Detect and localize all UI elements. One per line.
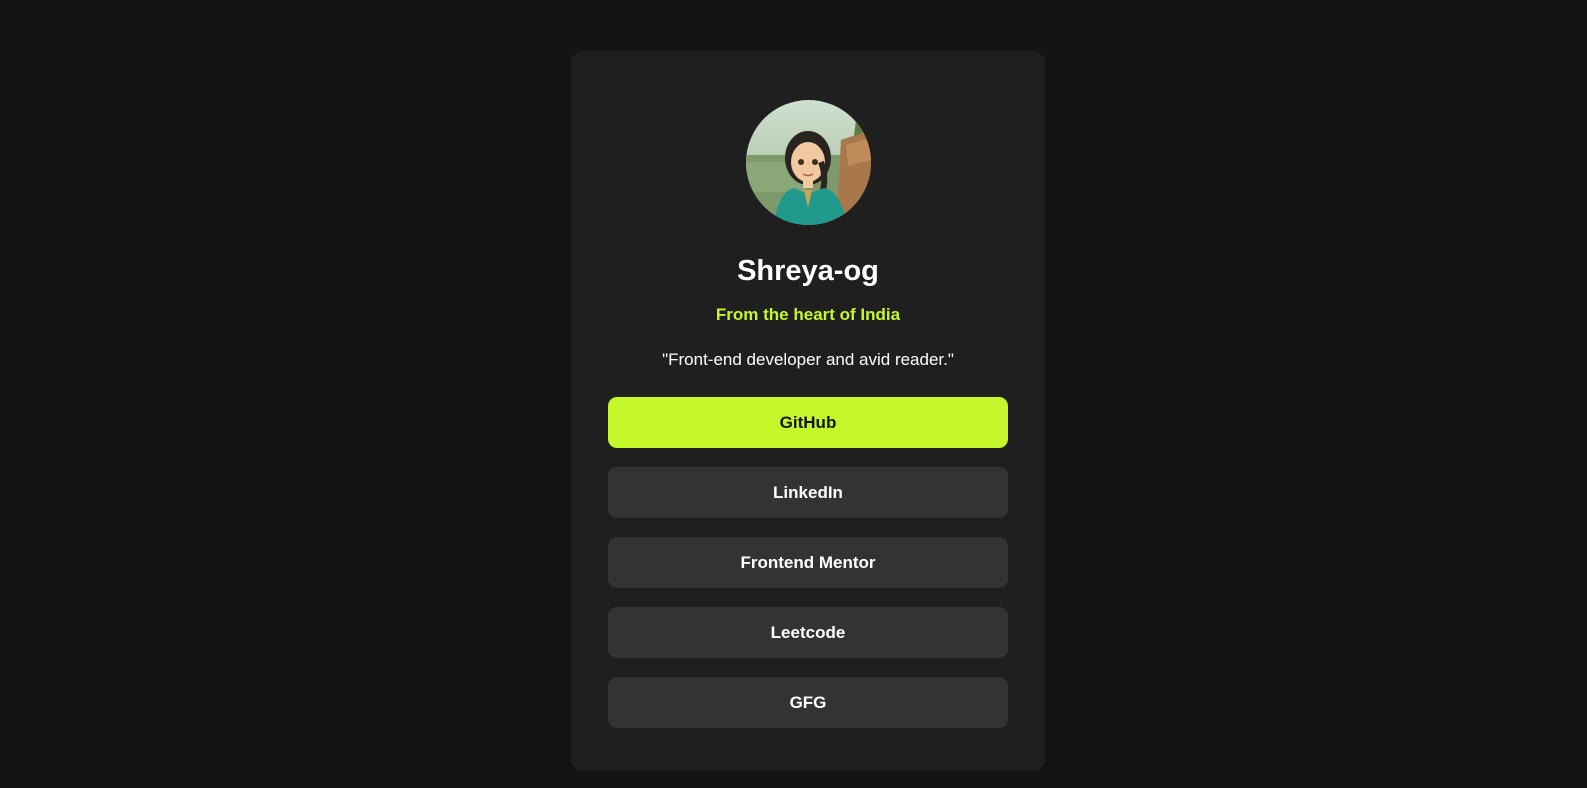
avatar bbox=[746, 100, 871, 225]
avatar-image bbox=[746, 100, 871, 225]
linkedin-link-button[interactable]: LinkedIn bbox=[608, 467, 1008, 518]
profile-name: Shreya-og bbox=[737, 255, 879, 287]
social-links-list: GitHub LinkedIn Frontend Mentor Leetcode… bbox=[608, 397, 1008, 747]
profile-bio: "Front-end developer and avid reader." bbox=[662, 350, 954, 369]
leetcode-link-button[interactable]: Leetcode bbox=[608, 607, 1008, 658]
gfg-link-button[interactable]: GFG bbox=[608, 677, 1008, 728]
github-link-button[interactable]: GitHub bbox=[608, 397, 1008, 448]
profile-location: From the heart of India bbox=[715, 305, 901, 324]
profile-card: Shreya-og From the heart of India "Front… bbox=[571, 51, 1045, 771]
frontend-mentor-link-button[interactable]: Frontend Mentor bbox=[608, 537, 1008, 588]
